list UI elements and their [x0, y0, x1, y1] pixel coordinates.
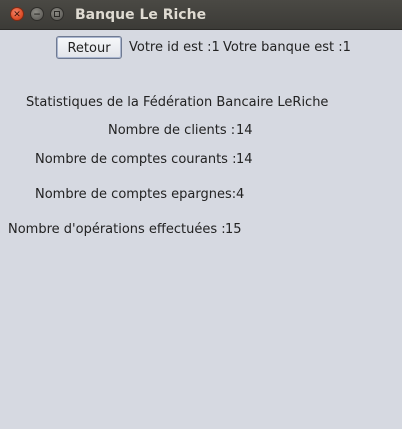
stats-heading: Statistiques de la Fédération Bancaire L…	[26, 95, 329, 110]
close-icon: ✕	[13, 10, 21, 20]
app-window: ✕ − Banque Le Riche Retour Votre id est …	[0, 0, 402, 429]
operations-value: 15	[225, 222, 242, 237]
current-accounts-label: Nombre de comptes courants :	[35, 152, 237, 167]
clients-count-value: 14	[236, 123, 253, 138]
current-accounts-value: 14	[236, 152, 253, 167]
close-window-button[interactable]: ✕	[10, 7, 24, 21]
savings-accounts-value: 4	[236, 187, 245, 202]
maximize-window-button[interactable]	[50, 7, 64, 21]
retour-button[interactable]: Retour	[56, 36, 122, 59]
window-title: Banque Le Riche	[75, 7, 207, 23]
minimize-icon: −	[33, 10, 41, 20]
savings-accounts-label: Nombre de comptes epargnes:	[35, 187, 237, 202]
title-bar[interactable]: ✕ − Banque Le Riche	[0, 0, 402, 30]
clients-count-label: Nombre de clients :	[108, 123, 236, 138]
operations-label: Nombre d'opérations effectuées :	[8, 222, 226, 237]
bank-id-label: Votre banque est :1	[223, 40, 351, 55]
minimize-window-button[interactable]: −	[30, 7, 44, 21]
maximize-icon	[54, 11, 60, 17]
user-id-label: Votre id est :1	[129, 40, 220, 55]
